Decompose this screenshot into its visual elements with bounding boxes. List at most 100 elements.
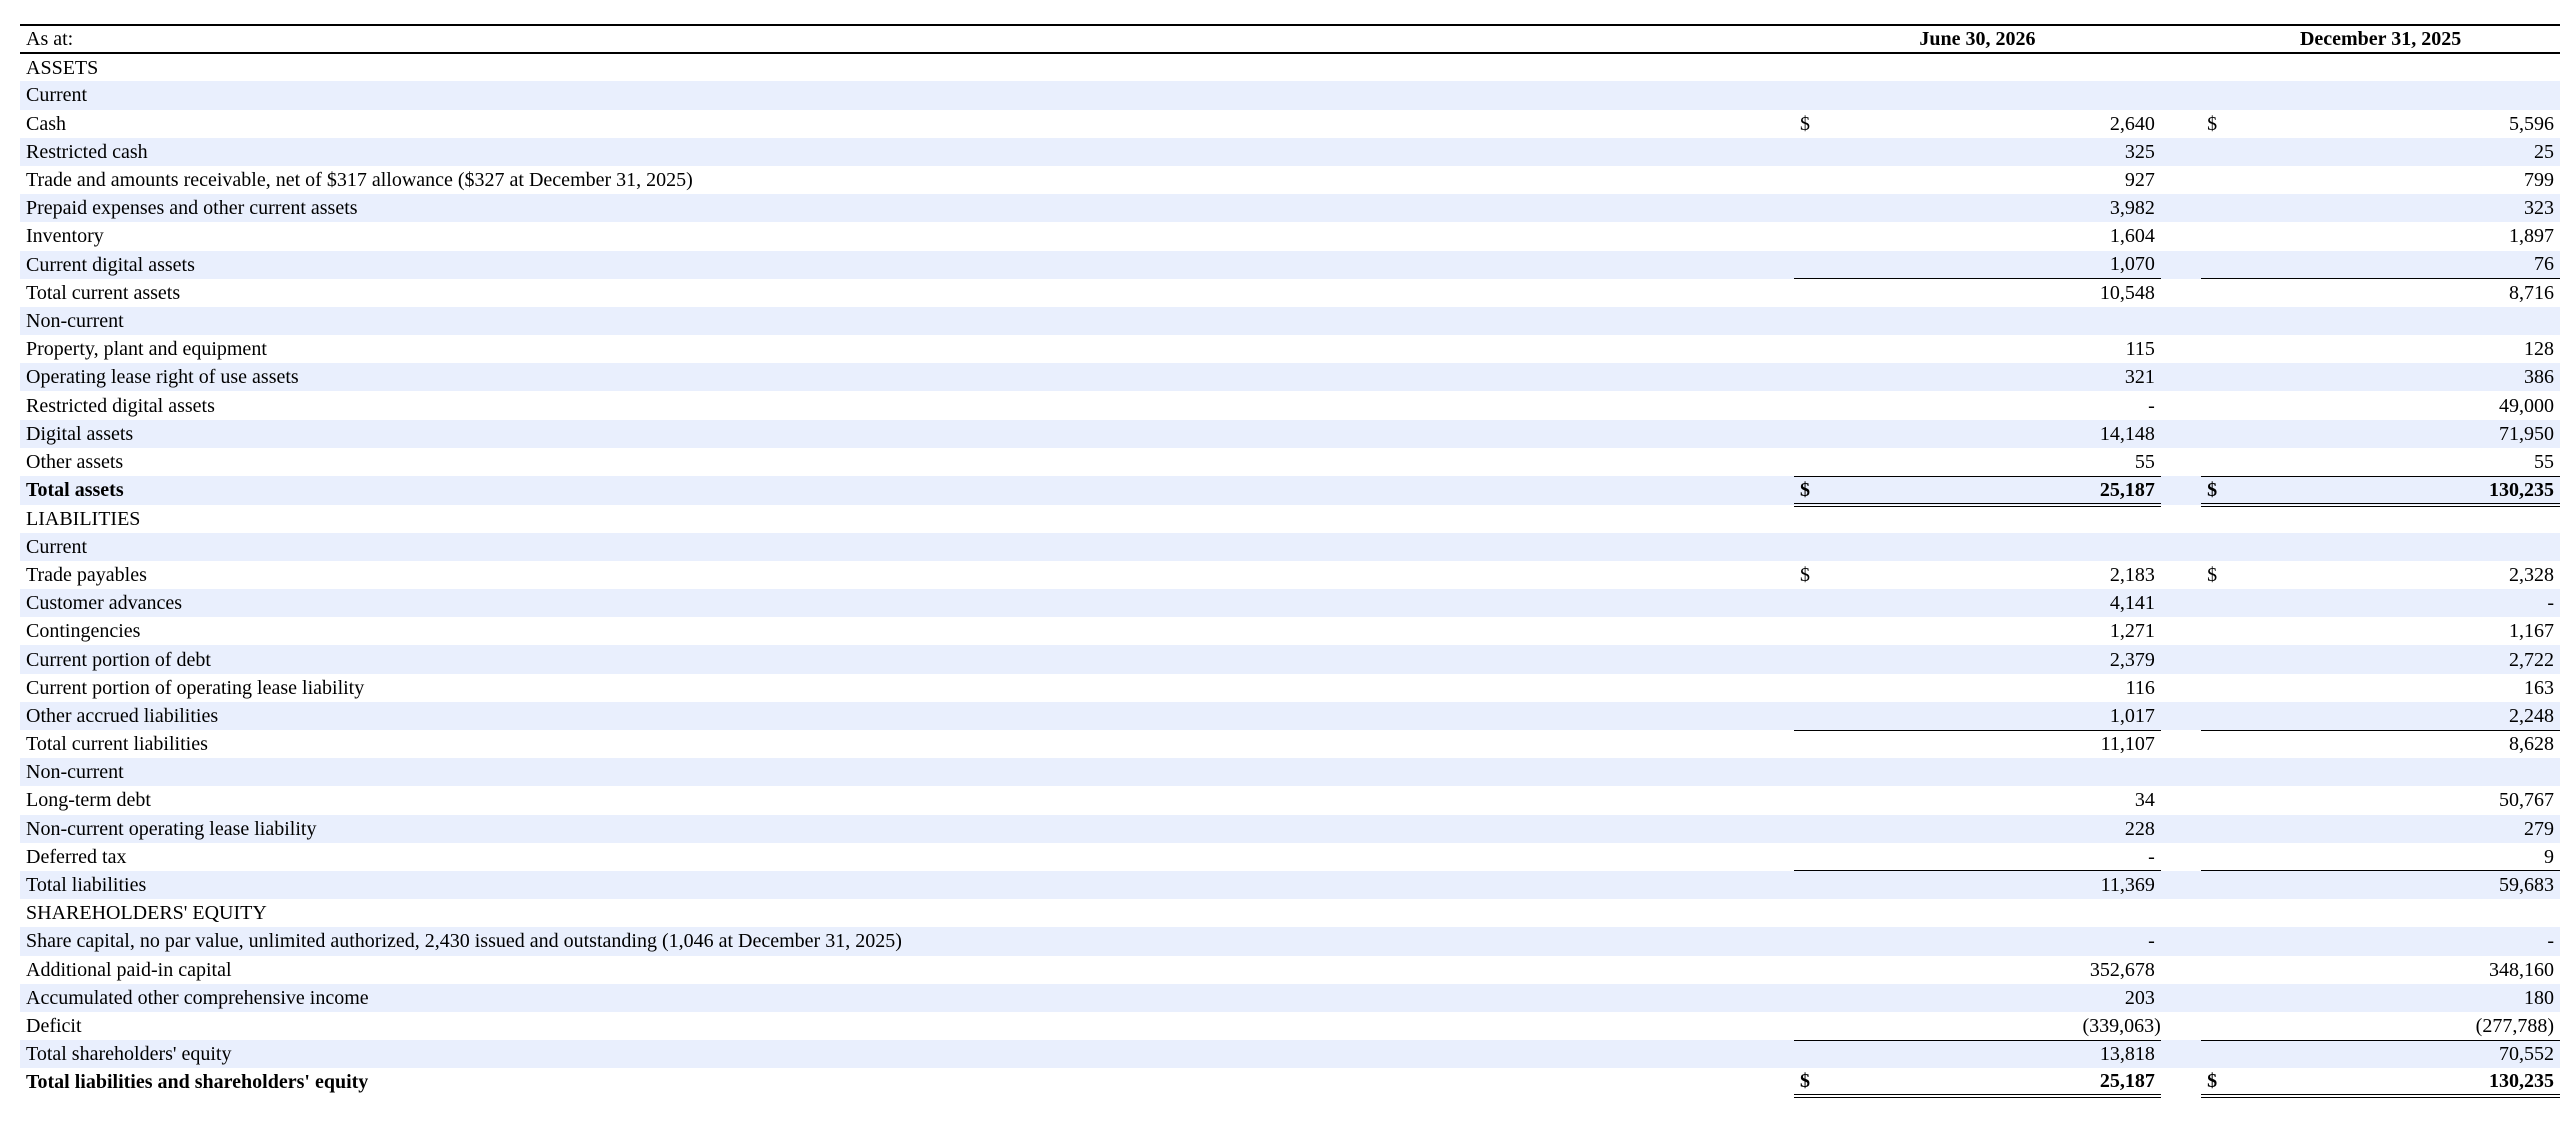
table-row: Total liabilities 11,369 59,683 (20, 870, 2560, 900)
row-label: Cash (26, 112, 66, 135)
value-december-31-2025: 348,160 (2489, 958, 2554, 981)
value-june-30-2026: 34 (2134, 789, 2155, 812)
value-june-30-2026: 2,379 (1824, 645, 2161, 674)
value-june-30-2026: 11,369 (1824, 870, 2161, 900)
table-row: Long-term debt 34 50,767 (20, 786, 2560, 814)
row-label: Total current liabilities (26, 733, 208, 756)
currency-symbol (1794, 166, 1824, 194)
currency-symbol (1794, 335, 1824, 363)
table-row: Current portion of operating lease liabi… (20, 674, 2560, 702)
value-june-30-2026: 55 (2134, 450, 2155, 473)
currency-symbol (1793, 306, 1825, 336)
currency-symbol (1794, 843, 1824, 871)
currency-symbol (2201, 1012, 2231, 1040)
row-label: Current portion of debt (20, 645, 1794, 674)
currency-symbol (2201, 505, 2231, 533)
table-row: Current portion of debt 2,379 2,722 (20, 645, 2560, 674)
value-december-31-2025: 70,552 (2231, 1039, 2560, 1069)
currency-symbol (2201, 306, 2232, 336)
currency-symbol (2201, 956, 2231, 984)
table-row: Current (20, 81, 2560, 110)
row-label: Trade and amounts receivable, net of $31… (26, 169, 693, 192)
value-june-30-2026: 14,148 (1824, 419, 2161, 448)
currency-symbol (1793, 278, 1825, 307)
value-june-30-2026 (1824, 505, 2161, 533)
row-label: Restricted digital assets (26, 394, 215, 417)
value-june-30-2026 (1824, 899, 2161, 927)
value-december-31-2025 (2231, 532, 2560, 561)
currency-symbol (1793, 532, 1825, 561)
row-label: Total shareholders' equity (20, 1040, 1794, 1069)
value-june-30-2026: (339,063) (2082, 1014, 2161, 1037)
currency-symbol (1793, 250, 1825, 279)
row-label: Current digital assets (20, 250, 1794, 279)
value-june-30-2026: 1,070 (1824, 250, 2161, 279)
table-row: Operating lease right of use assets 321 38… (20, 363, 2560, 392)
table-row: Restricted cash 325 25 (20, 137, 2560, 166)
currency-symbol (1793, 1039, 1825, 1069)
currency-symbol (2201, 645, 2232, 674)
value-june-30-2026: 13,818 (1824, 1039, 2161, 1069)
currency-symbol (1793, 758, 1825, 787)
value-june-30-2026: 2,640 (2109, 112, 2155, 135)
value-june-30-2026 (1824, 532, 2161, 561)
currency-symbol: $ (1799, 112, 1810, 135)
table-row: Additional paid-in capital 352,678 348,160 (20, 956, 2560, 984)
currency-symbol (1793, 363, 1825, 392)
table-row: LIABILITIES (20, 505, 2560, 533)
row-label: Long-term debt (26, 789, 151, 812)
value-june-30-2026: 115 (2125, 338, 2155, 361)
value-december-31-2025: 799 (2524, 169, 2554, 192)
currency-symbol (2201, 617, 2231, 645)
currency-symbol (1793, 927, 1825, 956)
table-row: Non-current operating lease liability 228… (20, 814, 2560, 843)
value-december-31-2025: 71,950 (2231, 419, 2560, 448)
currency-symbol (1794, 391, 1824, 419)
currency-symbol (2201, 250, 2232, 279)
value-june-30-2026: 321 (1824, 363, 2161, 392)
value-december-31-2025: 2,328 (2509, 563, 2554, 586)
currency-symbol (2201, 419, 2232, 448)
currency-symbol (1794, 53, 1824, 81)
value-december-31-2025: 279 (2231, 814, 2560, 843)
value-june-30-2026: 10,548 (1824, 278, 2161, 307)
value-december-31-2025 (2231, 758, 2560, 787)
currency-symbol (2201, 899, 2231, 927)
value-june-30-2026: 1,604 (2109, 225, 2155, 248)
row-label: Non-current (20, 758, 1794, 787)
currency-symbol (1794, 617, 1824, 645)
row-label: Share capital, no par value, unlimited a… (20, 927, 1794, 956)
currency-symbol (2201, 53, 2231, 81)
row-label: Operating lease right of use assets (20, 363, 1794, 392)
row-label: Current (20, 532, 1794, 561)
currency-symbol (2201, 758, 2232, 787)
currency-symbol: $ (2207, 563, 2218, 586)
currency-symbol (1793, 645, 1825, 674)
value-june-30-2026: 25,187 (1824, 475, 2161, 507)
value-december-31-2025 (2231, 899, 2560, 927)
currency-symbol (1793, 419, 1825, 448)
value-june-30-2026: 1,271 (2109, 620, 2155, 643)
currency-symbol (2201, 927, 2232, 956)
currency-symbol: $ (2201, 475, 2232, 507)
value-june-30-2026: 11,107 (1824, 729, 2161, 759)
currency-symbol (1793, 81, 1825, 110)
table-row: Non-current (20, 758, 2560, 787)
currency-symbol (2201, 843, 2231, 871)
currency-symbol (2201, 532, 2232, 561)
row-label: Property, plant and equipment (26, 338, 267, 361)
balance-sheet: As at: June 30, 2026 December 31, 2025 A… (0, 0, 2560, 1129)
row-label: Trade payables (26, 563, 147, 586)
value-june-30-2026 (1824, 81, 2161, 110)
value-june-30-2026: 352,678 (2089, 958, 2155, 981)
currency-symbol (2201, 391, 2231, 419)
table-row: Customer advances 4,141 - (20, 589, 2560, 618)
value-december-31-2025: 163 (2524, 676, 2554, 699)
row-label: Accumulated other comprehensive income (20, 983, 1794, 1012)
table-row: SHAREHOLDERS' EQUITY (20, 899, 2560, 927)
value-december-31-2025: 2,722 (2231, 645, 2560, 674)
header-row: As at: June 30, 2026 December 31, 2025 (20, 23, 2560, 55)
table-row: Restricted digital assets - 49,000 (20, 391, 2560, 419)
value-december-31-2025: 8,628 (2231, 729, 2560, 759)
row-label: Current portion of operating lease liabi… (26, 676, 365, 699)
